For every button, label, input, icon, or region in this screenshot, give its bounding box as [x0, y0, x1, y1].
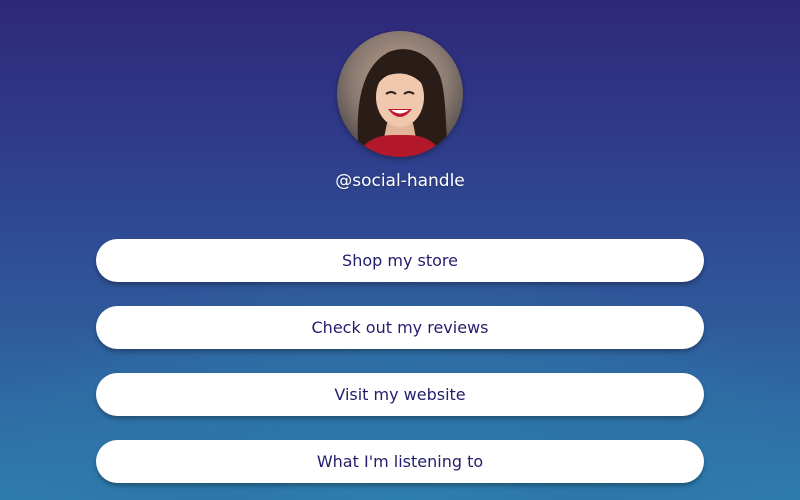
shop-store-button[interactable]: Shop my store: [96, 239, 704, 282]
reviews-button[interactable]: Check out my reviews: [96, 306, 704, 349]
avatar: [337, 31, 463, 157]
link-list: Shop my store Check out my reviews Visit…: [96, 239, 704, 500]
profile-photo: [337, 31, 463, 157]
social-handle: @social-handle: [335, 171, 465, 191]
website-button[interactable]: Visit my website: [96, 373, 704, 416]
listening-button[interactable]: What I'm listening to: [96, 440, 704, 483]
